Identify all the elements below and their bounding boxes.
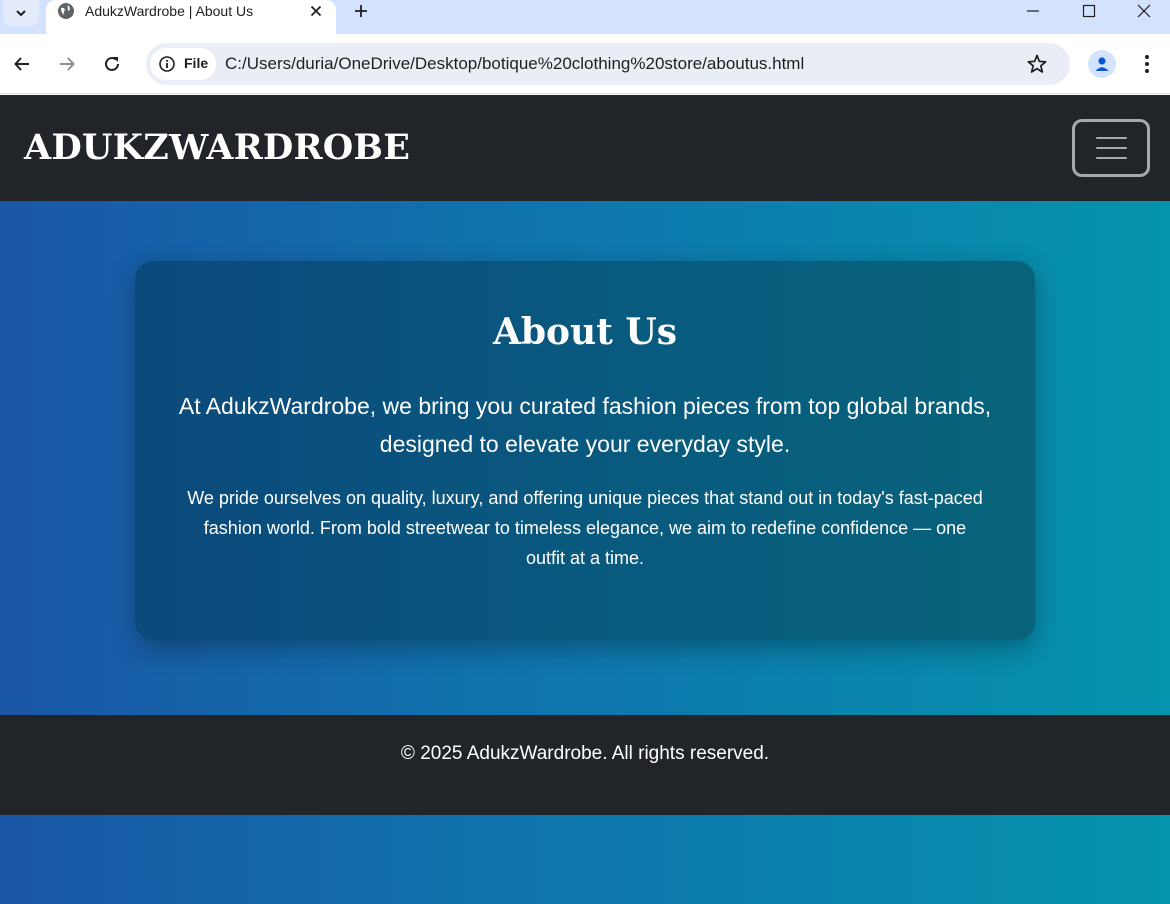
reload-button[interactable] (96, 48, 128, 80)
forward-button[interactable] (51, 48, 83, 80)
page-title: About Us (492, 311, 678, 353)
site-info-chip[interactable]: File (150, 48, 216, 80)
info-icon (159, 56, 175, 72)
window-close-button[interactable] (1117, 0, 1170, 22)
page-viewport: ADUKZWARDROBE About Us At AdukzWardrobe,… (0, 95, 1170, 904)
star-icon[interactable] (1026, 53, 1048, 75)
hamburger-icon (1095, 157, 1127, 159)
minimize-icon (1027, 10, 1039, 12)
site-navbar: ADUKZWARDROBE (0, 95, 1170, 201)
maximize-button[interactable] (1061, 0, 1117, 22)
address-bar[interactable]: File C:/Users/duria/OneDrive/Desktop/bot… (146, 43, 1070, 85)
globe-icon (58, 3, 74, 19)
about-card: About Us At AdukzWardrobe, we bring you … (135, 261, 1035, 640)
back-icon (14, 57, 29, 71)
reload-icon (105, 56, 119, 71)
minimize-button[interactable] (1005, 0, 1061, 22)
browser-tab-strip: AdukzWardrobe | About Us (0, 0, 1170, 34)
active-tab[interactable]: AdukzWardrobe | About Us (46, 0, 336, 34)
brand-logo-link[interactable]: ADUKZWARDROBE (24, 127, 410, 168)
about-lead-paragraph: At AdukzWardrobe, we bring you curated f… (178, 393, 992, 457)
url-text[interactable]: C:/Users/duria/OneDrive/Desktop/botique%… (225, 54, 804, 74)
copyright-text: © 2025 AdukzWardrobe. All rights reserve… (400, 743, 770, 764)
forward-icon (60, 57, 75, 71)
navbar-toggler-button[interactable] (1072, 119, 1150, 177)
maximize-icon (1082, 4, 1096, 18)
site-info-label: File (184, 55, 209, 71)
tab-title: AdukzWardrobe | About Us (85, 3, 254, 19)
browser-toolbar: File C:/Users/duria/OneDrive/Desktop/bot… (0, 34, 1170, 94)
profile-icon (1095, 57, 1109, 71)
hamburger-icon (1095, 147, 1127, 149)
close-tab-button[interactable] (306, 1, 326, 21)
more-menu-button[interactable] (1137, 52, 1157, 76)
hamburger-icon (1095, 137, 1127, 139)
new-tab-button[interactable] (350, 0, 372, 22)
tab-search-button[interactable] (3, 0, 39, 26)
plus-icon (355, 5, 367, 17)
close-icon (310, 5, 322, 17)
back-button[interactable] (6, 48, 38, 80)
window-close-icon (1137, 4, 1150, 18)
about-body-paragraph: We pride ourselves on quality, luxury, a… (187, 488, 983, 568)
profile-button[interactable] (1088, 50, 1116, 78)
more-icon (1145, 55, 1149, 73)
tab-search-icon (16, 10, 26, 17)
site-footer: © 2025 AdukzWardrobe. All rights reserve… (0, 715, 1170, 815)
